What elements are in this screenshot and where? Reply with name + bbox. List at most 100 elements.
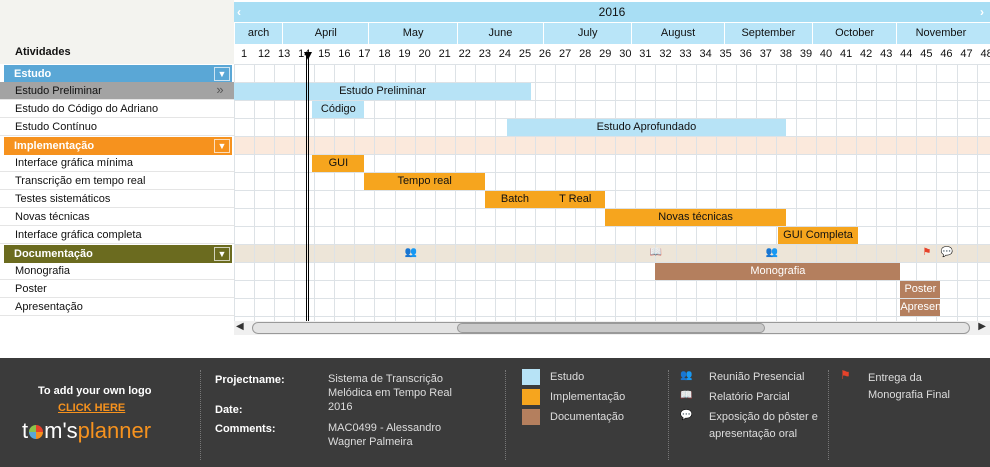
grid-row-line <box>234 136 990 137</box>
chevron-right-icon[interactable]: » <box>212 83 228 98</box>
group-row[interactable]: Documentação ▼ <box>4 245 232 263</box>
footer-divider <box>828 370 829 460</box>
activity-row[interactable]: Estudo do Código do Adriano <box>0 100 234 118</box>
task-bar[interactable]: Monografia <box>655 263 901 280</box>
project-label: Projectname: <box>215 374 285 386</box>
chevron-down-icon[interactable]: ▼ <box>214 247 230 261</box>
group-label: Documentação <box>14 248 93 260</box>
task-bar[interactable]: Poster <box>900 281 941 298</box>
week-number: 25 <box>518 48 532 60</box>
grid-column-line <box>896 64 898 321</box>
date-label: Date: <box>215 404 243 416</box>
grid-column-line <box>434 64 436 321</box>
activity-label: Transcrição em tempo real <box>15 175 146 187</box>
scroll-right-icon[interactable]: ▶ <box>978 321 986 332</box>
group-label: Implementação <box>14 140 95 152</box>
week-number: 24 <box>498 48 512 60</box>
week-number: 40 <box>819 48 833 60</box>
week-number: 46 <box>940 48 953 60</box>
activity-label: Testes sistemáticos <box>15 193 111 205</box>
activity-row[interactable]: Novas técnicas <box>0 208 234 226</box>
activity-row[interactable]: » Estudo Preliminar <box>0 82 234 100</box>
task-bar[interactable]: Novas técnicas <box>605 209 786 226</box>
grid-column-line <box>876 64 878 321</box>
group-row[interactable]: Implementação ▼ <box>4 137 232 155</box>
week-number: 41 <box>839 48 853 60</box>
activity-row[interactable]: Interface gráfica completa <box>0 226 234 244</box>
group-row[interactable]: Estudo ▼ <box>4 65 232 83</box>
footer-panel: To add your own logo CLICK HERE t m'splan… <box>0 358 990 467</box>
activity-label: Estudo Contínuo <box>15 121 97 133</box>
week-number: 47 <box>960 48 973 60</box>
grid-column-line <box>836 64 838 321</box>
logo-text-1: t <box>22 418 29 443</box>
week-number: 20 <box>418 48 431 60</box>
task-bar[interactable]: GUI Completa <box>777 227 859 244</box>
grid-column-line <box>474 64 476 321</box>
task-bar[interactable]: Estudo Preliminar <box>234 83 532 100</box>
activities-header: Atividades <box>15 46 71 58</box>
chevron-down-icon[interactable]: ▼ <box>214 139 230 153</box>
month-label: September <box>723 23 812 44</box>
chevron-down-icon[interactable]: ▼ <box>214 67 230 81</box>
logo-click-link[interactable]: CLICK HERE <box>58 401 125 415</box>
week-number: 37 <box>759 48 772 60</box>
activity-row[interactable]: Estudo Contínuo <box>0 118 234 136</box>
month-header: arch April May June July August September Octob… <box>234 23 990 44</box>
scroll-thumb[interactable] <box>457 323 765 333</box>
month-label: arch <box>234 23 282 44</box>
scroll-track[interactable] <box>252 322 970 334</box>
tomsplanner-logo[interactable]: t m'splanner <box>22 418 151 444</box>
grid-column-line <box>414 64 416 321</box>
activity-label: Estudo do Código do Adriano <box>15 103 159 115</box>
week-number: 17 <box>358 48 371 60</box>
footer-divider <box>668 370 669 460</box>
grid-column-line <box>615 64 617 321</box>
grid-column-line <box>675 64 677 321</box>
activity-row[interactable]: Interface gráfica mínima <box>0 154 234 172</box>
week-number: 23 <box>478 48 491 60</box>
month-label: November <box>896 23 984 44</box>
activity-row[interactable]: Monografia <box>0 262 234 280</box>
week-number: 36 <box>739 48 752 60</box>
grid-column-line <box>755 64 757 321</box>
grid-row-line <box>234 298 990 299</box>
meeting-icon[interactable]: 👥 <box>766 247 778 259</box>
flag-icon[interactable]: ⚑ <box>922 247 931 259</box>
activity-row[interactable]: Testes sistemáticos <box>0 190 234 208</box>
book-icon[interactable]: 📖 <box>649 247 661 259</box>
horizontal-scrollbar[interactable]: ◀ ▶ <box>234 321 990 335</box>
activity-label: Poster <box>15 283 47 295</box>
speech-icon: 💬 <box>680 410 693 421</box>
week-number: 48 <box>980 48 990 60</box>
grid-column-line <box>715 64 717 321</box>
task-bar[interactable]: Batch <box>484 191 546 208</box>
task-bar[interactable]: Apresentação <box>900 299 941 316</box>
week-number: 35 <box>719 48 732 60</box>
week-number: 16 <box>338 48 351 60</box>
activity-row[interactable]: Transcrição em tempo real <box>0 172 234 190</box>
task-bar[interactable]: GUI <box>312 155 365 172</box>
today-marker-line[interactable] <box>306 56 309 321</box>
comments-label: Comments: <box>215 423 276 435</box>
task-bar[interactable]: Código <box>312 101 365 118</box>
year-label: 2016 <box>598 5 626 19</box>
week-number: 45 <box>920 48 933 60</box>
activity-row[interactable]: Poster <box>0 280 234 298</box>
project-value: Sistema de Transcrição Melódica em Tempo… <box>328 373 452 413</box>
grid-column-line <box>655 64 657 321</box>
week-number: 39 <box>799 48 813 60</box>
grid-row-line <box>234 280 990 281</box>
logo-circle-icon <box>29 425 44 440</box>
grid-column-line <box>254 64 256 321</box>
speech-icon[interactable]: 💬 <box>940 247 952 259</box>
grid-row-line <box>234 316 990 317</box>
task-bar[interactable]: Tempo real <box>364 173 485 190</box>
scroll-left-icon[interactable]: ◀ <box>236 321 244 332</box>
task-bar[interactable]: T Real <box>545 191 606 208</box>
week-number: 32 <box>659 48 672 60</box>
week-number: 19 <box>398 48 411 60</box>
activity-row[interactable]: Apresentação <box>0 298 234 316</box>
task-bar[interactable]: Estudo Aprofundado <box>506 119 786 136</box>
meeting-icon[interactable]: 👥 <box>405 247 417 259</box>
